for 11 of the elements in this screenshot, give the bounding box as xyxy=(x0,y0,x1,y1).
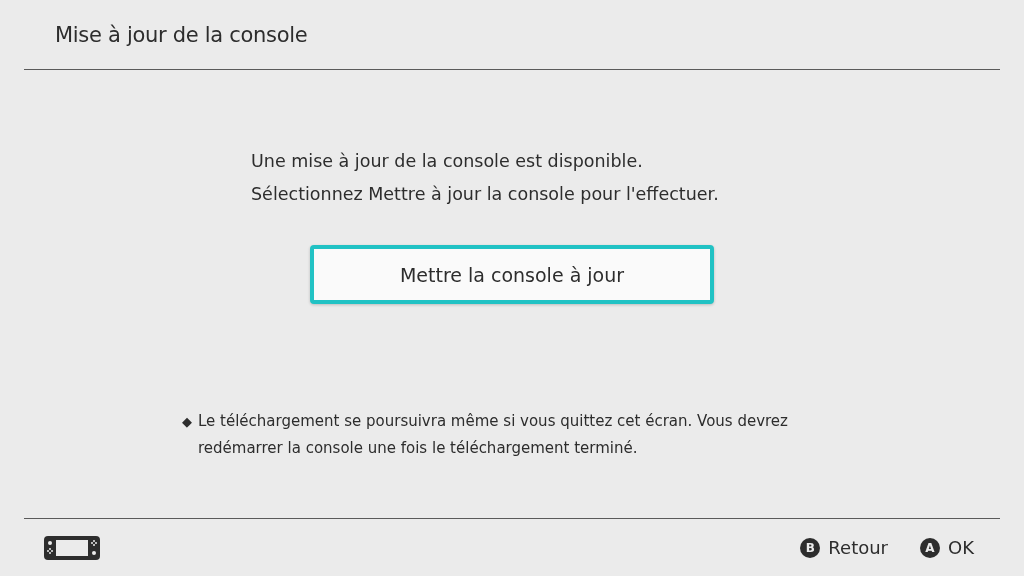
controller-key-badge: A xyxy=(920,537,940,558)
hint-label[interactable]: OK xyxy=(948,537,974,558)
screen-title: Mise à jour de la console xyxy=(55,22,308,47)
message-text: Une mise à jour de la console est disponible. xyxy=(251,150,644,173)
handheld-console-icon xyxy=(44,535,100,560)
note-text: Le téléchargement se poursuivra même si vous quittez cet écran. Vous devrez redémarrer la console une fois le téléchargement terminé. xyxy=(198,411,789,459)
controller-key-badge: B xyxy=(800,537,821,558)
hint-label[interactable]: Retour xyxy=(828,537,888,558)
bullet-icon: ◆ xyxy=(182,408,192,462)
message-text: Sélectionnez Mettre à jour la console pour l'effectuer. xyxy=(251,183,720,206)
update-button[interactable]: Mettre la console à jour xyxy=(310,245,714,304)
